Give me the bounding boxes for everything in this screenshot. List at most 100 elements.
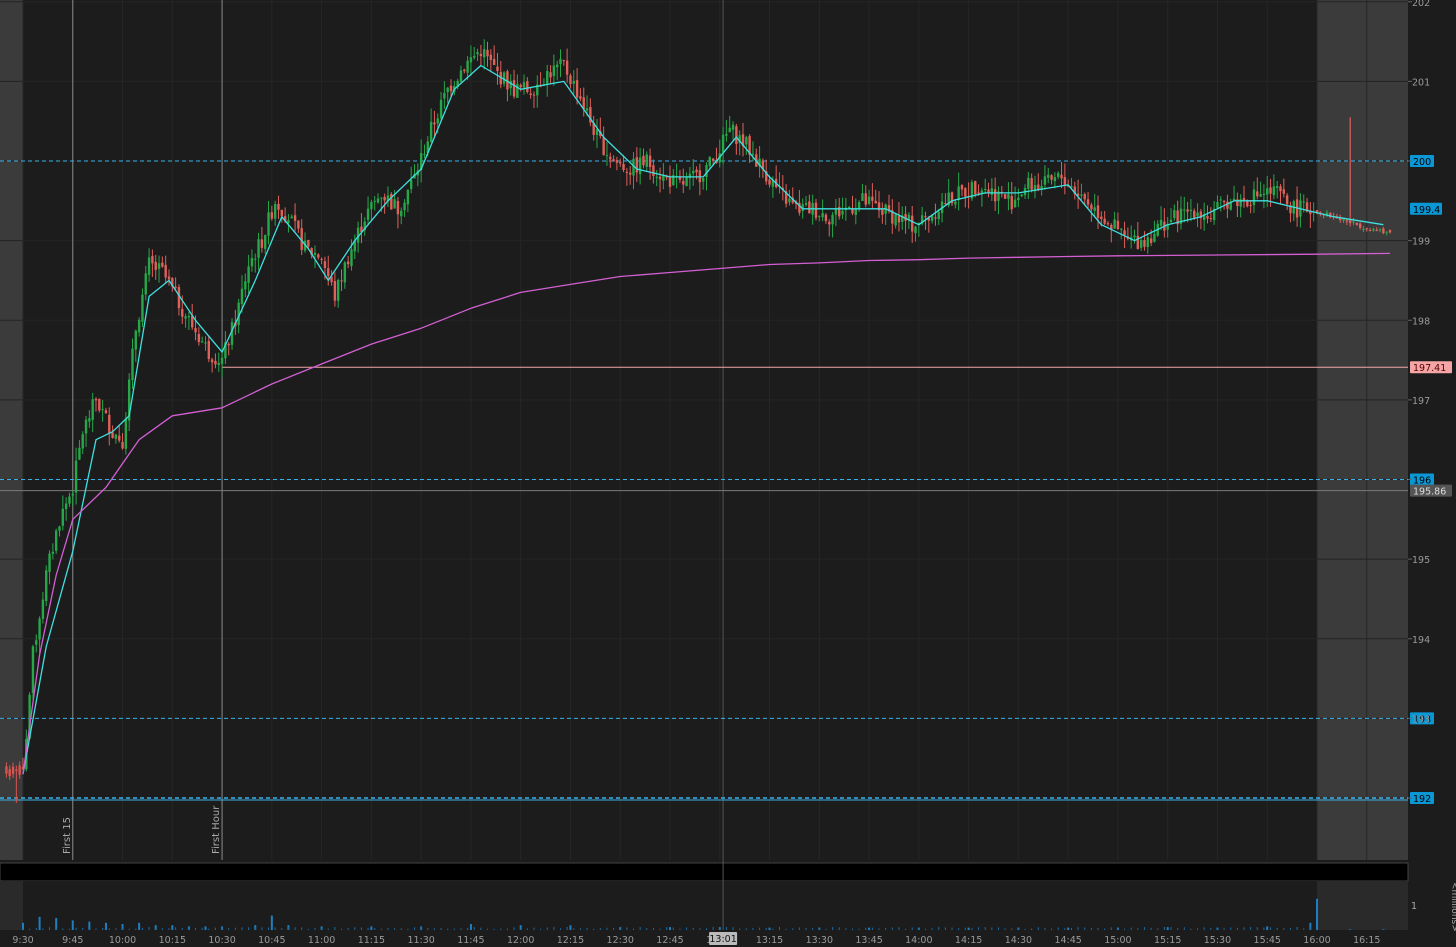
candle-body — [101, 409, 104, 411]
candle-body — [1027, 177, 1030, 189]
candle-body — [960, 184, 964, 190]
volume-bar-minor — [613, 927, 615, 930]
volume-bar-minor — [433, 928, 435, 930]
volume-afterhours-shading — [1317, 881, 1408, 930]
candle-body — [625, 171, 629, 173]
candle-body — [1143, 240, 1146, 247]
volume-bar-minor — [380, 928, 382, 930]
volume-bar-minor — [1084, 927, 1086, 930]
candle-body — [406, 189, 410, 205]
volume-bar-minor — [374, 927, 376, 930]
candle-body — [977, 192, 980, 194]
candle-body — [512, 80, 516, 97]
candle-body — [184, 316, 187, 319]
volume-bar-minor — [639, 927, 641, 930]
candle-body — [197, 333, 201, 343]
candle-body — [277, 203, 280, 210]
time-tick-label: 9:45 — [62, 935, 83, 946]
volume-bar-minor — [22, 928, 24, 930]
volume-bar-minor — [699, 928, 701, 930]
volume-bar-minor — [181, 927, 183, 930]
candle-body — [1116, 220, 1120, 230]
volume-bar-minor — [201, 927, 203, 930]
volume-bar-minor — [480, 927, 482, 930]
candle-body — [652, 165, 655, 176]
level-tag-label: 195.86 — [1413, 487, 1446, 498]
volume-bar-minor — [1064, 928, 1066, 930]
volume-bar-minor — [885, 928, 887, 930]
volume-bar-minor — [1070, 928, 1072, 930]
volume-bar-minor — [1037, 927, 1039, 930]
volume-bar-minor — [1203, 927, 1205, 930]
price-tick-label: 199 — [1412, 237, 1430, 248]
volume-bar-minor — [1024, 928, 1026, 930]
volume-bar-minor — [1303, 928, 1305, 930]
candle-body — [824, 214, 828, 222]
candle-body — [290, 216, 293, 219]
candle-body — [449, 85, 453, 92]
candle-body — [81, 434, 84, 449]
candle-body — [867, 196, 871, 204]
volume-bar — [88, 921, 91, 930]
volume-bar-minor — [1256, 927, 1258, 930]
time-tick-label: 14:00 — [905, 935, 932, 946]
volume-bar — [569, 925, 572, 930]
volume-bar-minor — [261, 927, 263, 930]
volume-bar-minor — [1216, 928, 1218, 930]
volume-bar-minor — [1090, 927, 1092, 930]
candle-body — [721, 134, 725, 153]
candle-body — [937, 212, 940, 220]
candle-body — [711, 158, 715, 161]
price-chart[interactable]: First 15 First Hour 200196193192197.41195… — [0, 0, 1456, 947]
candle-body — [526, 81, 529, 92]
candle-body — [1007, 194, 1010, 199]
volume-bar-minor — [1137, 928, 1139, 930]
candle-body — [51, 551, 55, 554]
candle-body — [118, 435, 121, 441]
time-tick-label: 11:45 — [457, 935, 484, 946]
volume-bar-minor — [593, 928, 595, 930]
volume-bar-minor — [82, 927, 84, 930]
volume-bar-minor — [1210, 927, 1212, 930]
candle-body — [834, 208, 838, 215]
volume-bar-minor — [938, 926, 940, 930]
candle-body — [207, 340, 211, 360]
candle-body — [121, 441, 124, 449]
candle-body — [1365, 228, 1368, 230]
volume-bar-minor — [42, 928, 44, 930]
candle-body — [463, 69, 466, 72]
candle-body — [1149, 238, 1153, 243]
volume-bar-minor — [115, 928, 117, 930]
candle-body — [1050, 175, 1053, 180]
volume-bar-minor — [633, 928, 635, 930]
candle-body — [605, 155, 609, 157]
volume-bar-minor — [579, 928, 581, 930]
volume-bar — [104, 922, 107, 930]
volume-bar-minor — [798, 927, 800, 930]
volume-bar-minor — [122, 927, 124, 930]
candle-body — [396, 201, 400, 215]
volume-pane — [0, 881, 1408, 930]
candle-body — [429, 121, 433, 143]
volume-bar-minor — [871, 927, 873, 930]
volume-bar-minor — [1243, 927, 1245, 930]
candle-body — [1222, 200, 1226, 203]
candle-body — [439, 99, 443, 119]
candle-body — [297, 220, 300, 229]
volume-bar-minor — [918, 928, 920, 930]
last-price-label: 199.4 — [1413, 205, 1440, 216]
volume-bar-minor — [1230, 927, 1232, 930]
candle-body — [1388, 230, 1392, 233]
time-tick-label: 15:15 — [1154, 935, 1181, 946]
candle-body — [861, 193, 864, 201]
volume-bar-minor — [1097, 927, 1099, 930]
candle-body — [728, 127, 731, 133]
candle-body — [864, 193, 867, 205]
candle-body — [327, 268, 330, 277]
volume-bar-minor — [652, 928, 654, 930]
volume-bar-minor — [812, 928, 814, 930]
candle-body — [585, 108, 589, 111]
volume-bar-minor — [1157, 928, 1159, 930]
candle-body — [380, 197, 383, 199]
volume-bar-minor — [851, 928, 853, 930]
